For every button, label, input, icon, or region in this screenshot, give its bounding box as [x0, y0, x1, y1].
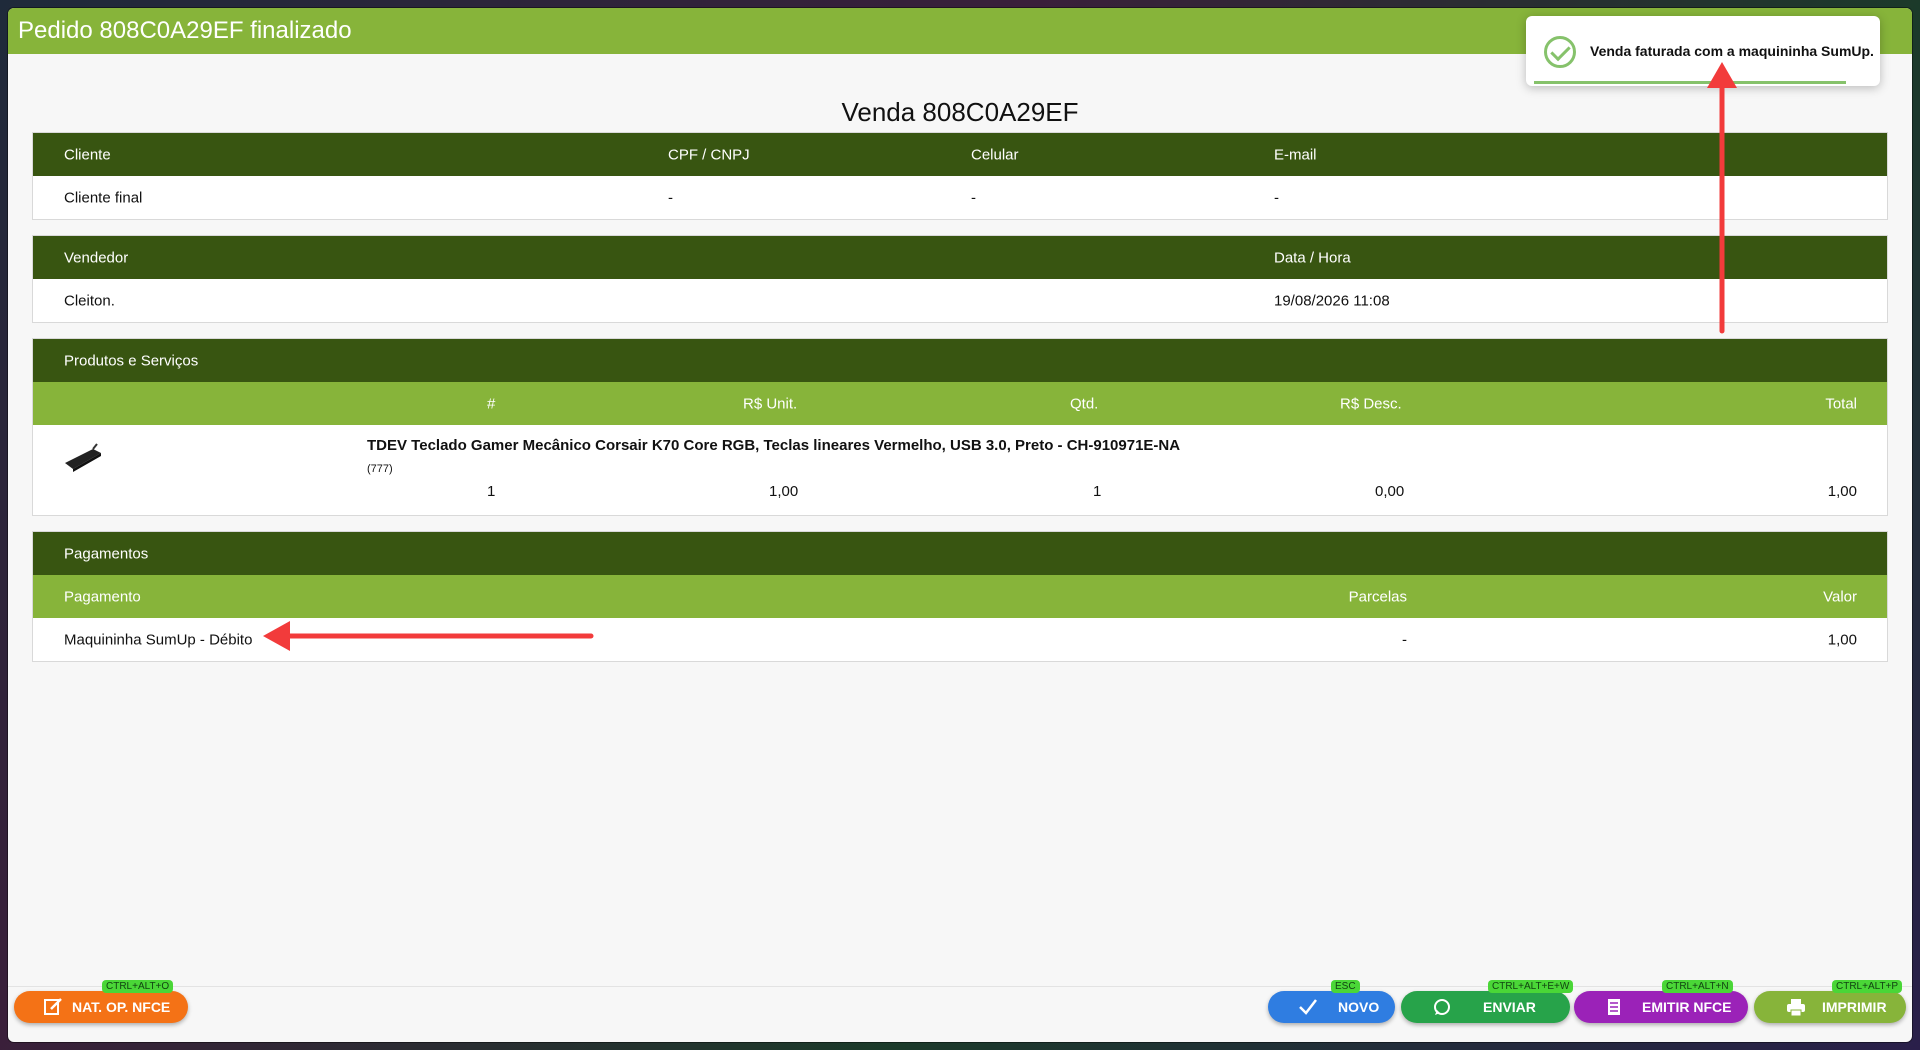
- arrow-to-toast: [1707, 62, 1737, 334]
- arrow-to-payment: [263, 621, 594, 651]
- annotation-arrows: [263, 62, 1737, 651]
